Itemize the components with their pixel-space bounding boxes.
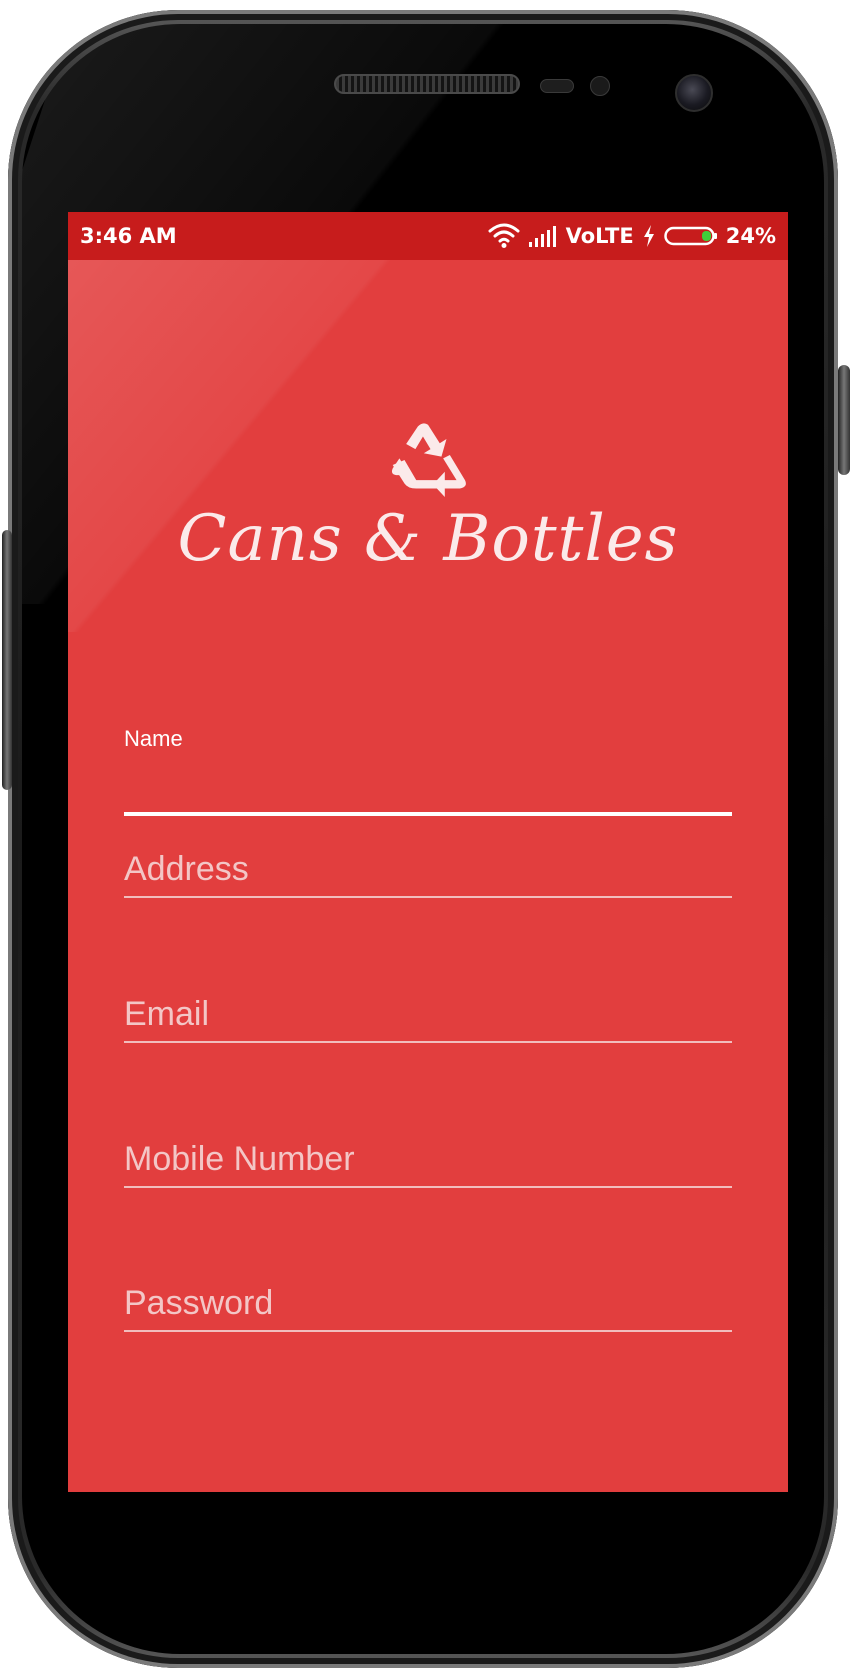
name-label: Name xyxy=(124,726,183,751)
name-input[interactable] xyxy=(124,758,732,812)
light-sensor xyxy=(590,76,610,96)
address-input[interactable] xyxy=(124,842,732,896)
email-input[interactable] xyxy=(124,987,732,1041)
address-field xyxy=(124,842,732,898)
mobile-input[interactable] xyxy=(124,1132,732,1186)
wifi-icon xyxy=(488,223,520,249)
app-screen: 3:46 AM VoLTE 24% Cans & Bottles Name Ad… xyxy=(68,212,788,1492)
status-bar: 3:46 AM VoLTE 24% xyxy=(68,212,788,260)
name-underline xyxy=(124,812,732,816)
mobile-field xyxy=(124,1132,732,1188)
battery-percent: 24% xyxy=(725,224,776,248)
address-underline xyxy=(124,896,732,898)
app-logo-title: Cans & Bottles xyxy=(177,502,679,576)
mobile-underline xyxy=(124,1186,732,1188)
volume-button xyxy=(2,530,12,790)
network-type: VoLTE xyxy=(565,224,634,248)
front-camera xyxy=(675,74,713,112)
status-time: 3:46 AM xyxy=(80,224,177,248)
proximity-sensor xyxy=(540,79,574,93)
email-field xyxy=(124,987,732,1043)
status-icons: VoLTE 24% xyxy=(488,222,776,250)
password-input[interactable] xyxy=(124,1276,732,1330)
name-field: Name xyxy=(124,726,732,816)
password-field xyxy=(124,1276,732,1332)
earpiece-speaker xyxy=(334,74,520,94)
email-underline xyxy=(124,1041,732,1043)
charging-icon xyxy=(642,224,656,248)
power-button xyxy=(838,365,850,475)
password-underline xyxy=(124,1330,732,1332)
battery-icon xyxy=(663,225,718,247)
recycle-icon xyxy=(386,418,470,502)
signal-icon xyxy=(528,224,558,248)
